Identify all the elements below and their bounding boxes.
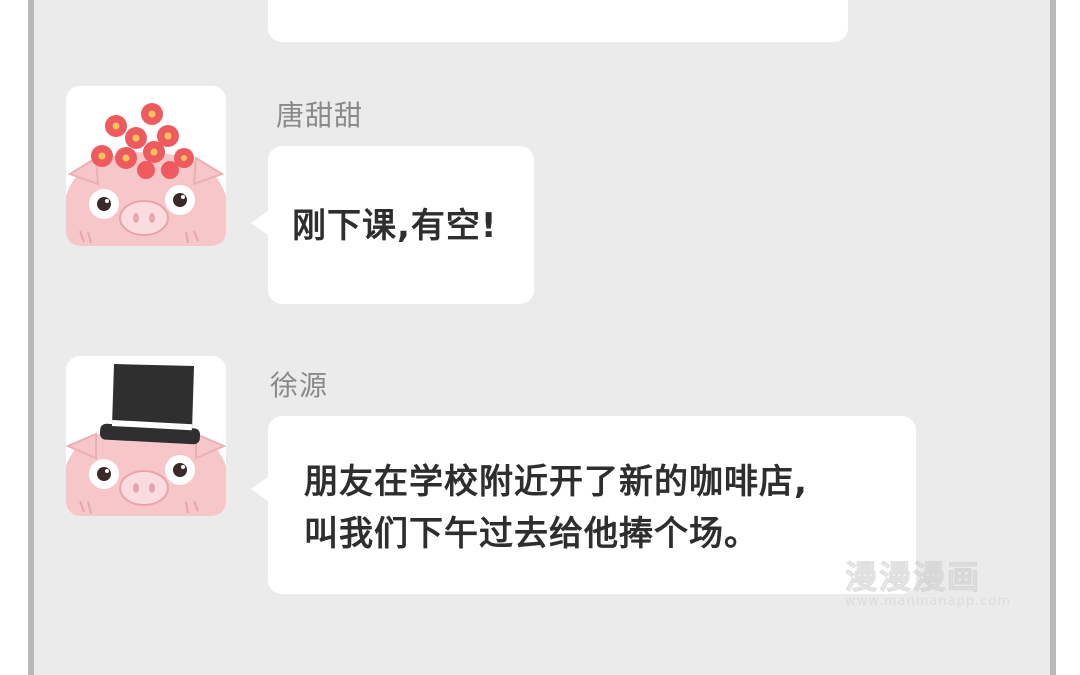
pig-flower-crown-icon [66, 86, 226, 246]
watermark-url: www.manmanapp.com [845, 594, 1011, 609]
sender-name: 徐源 [270, 369, 329, 402]
sender-name: 唐甜甜 [276, 99, 364, 132]
watermark-logo: 漫漫漫画 www.manmanapp.com [844, 550, 1040, 610]
message-text: 刚下课,有空! [292, 206, 498, 246]
avatar-tangtiantian[interactable] [66, 86, 226, 246]
pig-top-hat-icon [66, 356, 226, 516]
message-text: 朋友在学校附近开了新的咖啡店, 叫我们下午过去给他捧个场。 [304, 462, 808, 554]
watermark-title: 漫漫漫画 [844, 558, 982, 597]
avatar-xuyuan[interactable] [66, 356, 226, 516]
previous-message-bubble [268, 0, 848, 42]
